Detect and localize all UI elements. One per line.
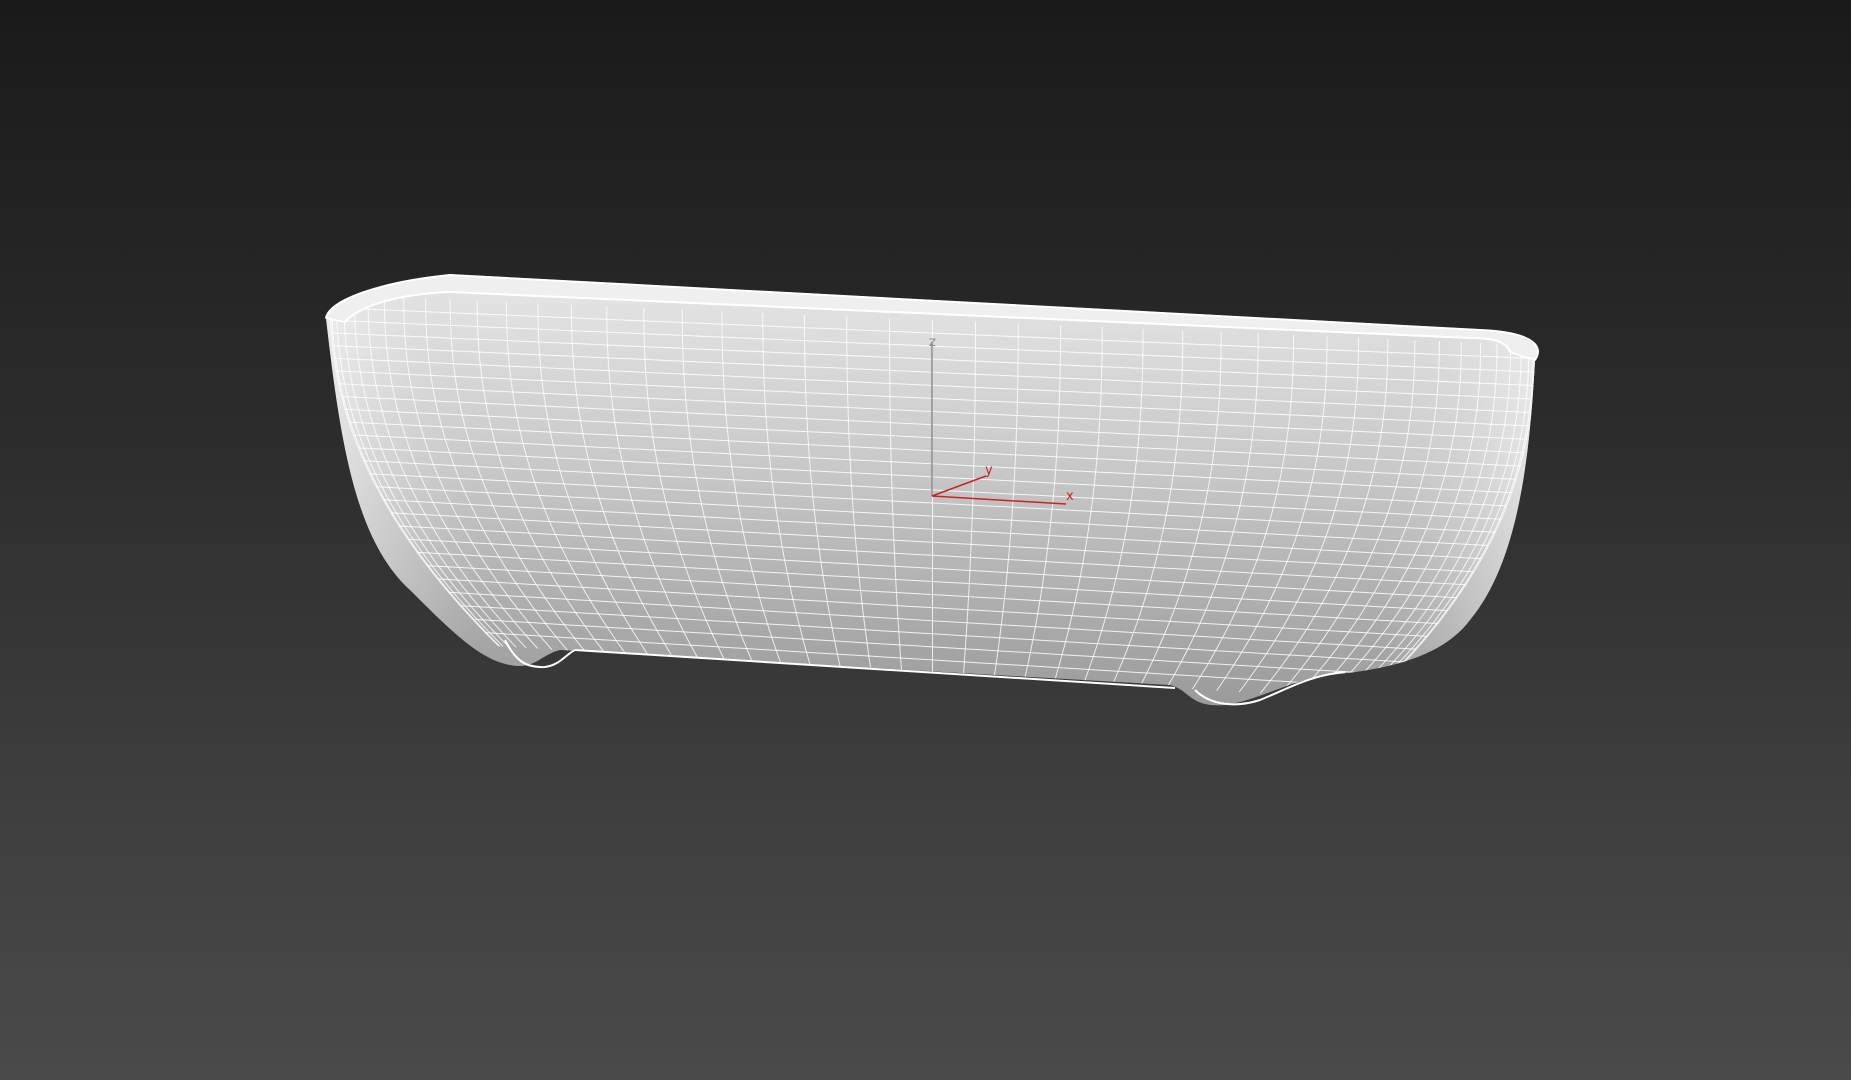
3d-viewport[interactable]: z y x bbox=[0, 0, 1851, 1080]
gizmo-z-label: z bbox=[929, 335, 936, 350]
viewport-canvas[interactable]: z y x bbox=[0, 0, 1851, 1080]
planter-model[interactable] bbox=[320, 260, 1540, 720]
gizmo-y-label: y bbox=[985, 463, 993, 478]
gizmo-x-label: x bbox=[1066, 489, 1074, 504]
